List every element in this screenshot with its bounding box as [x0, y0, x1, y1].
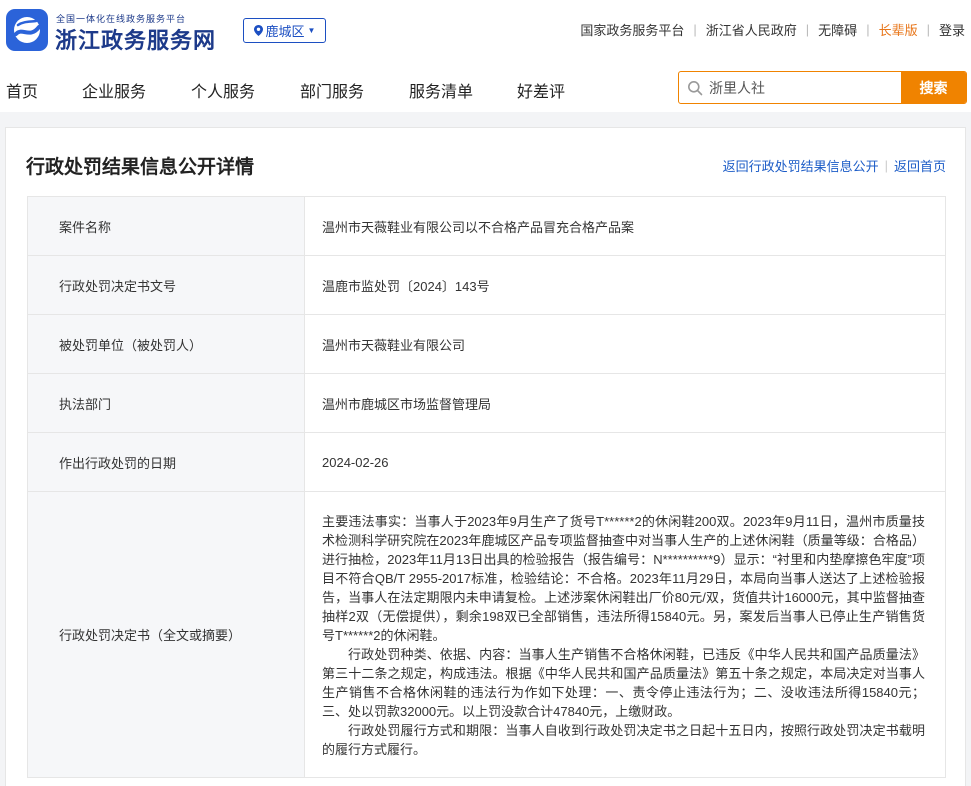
- divider: |: [884, 158, 888, 173]
- decision-text-value: 主要违法事实：当事人于2023年9月生产了货号T******2的休闲鞋200双。…: [304, 491, 946, 778]
- case-name-label: 案件名称: [27, 196, 305, 256]
- zhejiang-logo-icon[interactable]: [6, 9, 48, 51]
- search-input[interactable]: [709, 72, 899, 103]
- table-row: 案件名称 温州市天薇鞋业有限公司以不合格产品冒充合格产品案: [27, 196, 946, 256]
- divider: |: [805, 22, 810, 37]
- login-link[interactable]: 登录: [939, 20, 965, 39]
- decision-date-value: 2024-02-26: [304, 432, 946, 492]
- back-to-list-link[interactable]: 返回行政处罚结果信息公开: [723, 156, 879, 175]
- divider: |: [926, 22, 930, 37]
- back-to-home-link[interactable]: 返回首页: [894, 156, 946, 175]
- top-header: 全国一体化在线政务服务平台 浙江政务服务网 鹿城区 ▼ 国家政务服务平台 | 浙…: [0, 0, 971, 60]
- page-title: 行政处罚结果信息公开详情: [26, 157, 255, 178]
- nav-home[interactable]: 首页: [6, 78, 38, 102]
- table-row: 行政处罚决定书（全文或摘要） 主要违法事实：当事人于2023年9月生产了货号T*…: [27, 491, 946, 778]
- link-zhejiang-government[interactable]: 浙江省人民政府: [706, 20, 797, 39]
- case-name-value: 温州市天薇鞋业有限公司以不合格产品冒充合格产品案: [304, 196, 946, 256]
- region-label: 鹿城区: [265, 24, 305, 39]
- penalty-detail-table: 案件名称 温州市天薇鞋业有限公司以不合格产品冒充合格产品案 行政处罚决定书文号 …: [27, 196, 946, 778]
- table-row: 被处罚单位（被处罚人） 温州市天薇鞋业有限公司: [27, 314, 946, 374]
- decision-paragraph-fulfillment: 行政处罚履行方式和期限：当事人自收到行政处罚决定书之日起十五日内，按照行政处罚决…: [322, 723, 925, 757]
- table-row: 作出行政处罚的日期 2024-02-26: [27, 432, 946, 492]
- decision-date-label: 作出行政处罚的日期: [27, 432, 305, 492]
- link-accessibility[interactable]: 无障碍: [818, 20, 857, 39]
- table-row: 执法部门 温州市鹿城区市场监督管理局: [27, 373, 946, 433]
- decision-text-label: 行政处罚决定书（全文或摘要）: [27, 491, 305, 778]
- penalized-party-value: 温州市天薇鞋业有限公司: [304, 314, 946, 374]
- decision-paragraph-facts: 主要违法事实：当事人于2023年9月生产了货号T******2的休闲鞋200双。…: [322, 514, 925, 643]
- nav-department-services[interactable]: 部门服务: [300, 78, 364, 102]
- table-row: 行政处罚决定书文号 温鹿市监处罚〔2024〕143号: [27, 255, 946, 315]
- decision-number-label: 行政处罚决定书文号: [27, 255, 305, 315]
- breadcrumb: 返回行政处罚结果信息公开 | 返回首页: [723, 156, 946, 175]
- decision-paragraph-basis: 行政处罚种类、依据、内容：当事人生产销售不合格休闲鞋，已违反《中华人民共和国产品…: [322, 647, 925, 719]
- divider: |: [866, 22, 870, 37]
- enforcement-dept-value: 温州市鹿城区市场监督管理局: [304, 373, 946, 433]
- top-links: 国家政务服务平台 | 浙江省人民政府 | 无障碍 | 长辈版 | 登录: [580, 20, 965, 39]
- penalized-party-label: 被处罚单位（被处罚人）: [27, 314, 305, 374]
- nav-evaluation[interactable]: 好差评: [517, 78, 565, 102]
- search-icon: [688, 81, 703, 96]
- detail-card: 行政处罚结果信息公开详情 返回行政处罚结果信息公开 | 返回首页 案件名称 温州…: [5, 127, 966, 786]
- link-national-platform[interactable]: 国家政务服务平台: [580, 20, 684, 39]
- nav-service-list[interactable]: 服务清单: [409, 78, 473, 102]
- caret-down-icon: ▼: [307, 26, 316, 35]
- enforcement-dept-label: 执法部门: [27, 373, 305, 433]
- search-box: 搜索: [678, 71, 967, 104]
- site-title[interactable]: 浙江政务服务网: [55, 23, 216, 55]
- region-selector[interactable]: 鹿城区 ▼: [243, 18, 326, 43]
- search-button[interactable]: 搜索: [901, 72, 966, 103]
- decision-number-value: 温鹿市监处罚〔2024〕143号: [304, 255, 946, 315]
- nav-enterprise-services[interactable]: 企业服务: [82, 78, 146, 102]
- link-elder-version[interactable]: 长辈版: [879, 20, 918, 39]
- location-pin-icon: [253, 25, 263, 36]
- nav-personal-services[interactable]: 个人服务: [191, 78, 255, 102]
- divider: |: [693, 22, 697, 37]
